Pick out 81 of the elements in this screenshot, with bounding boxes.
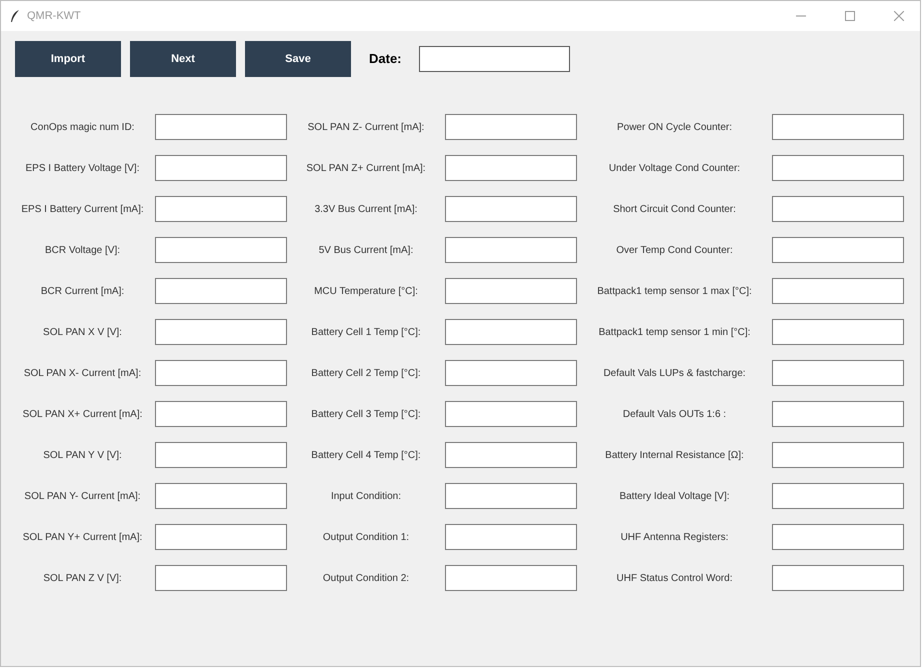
- field-label: EPS I Battery Voltage [V]:: [24, 162, 140, 176]
- field-label: SOL PAN Y V [V]:: [42, 448, 123, 462]
- field-label: Under Voltage Cond Counter:: [608, 162, 742, 176]
- field-label: Output Condition 1:: [322, 530, 410, 544]
- input-field[interactable]: [772, 155, 904, 181]
- input-field[interactable]: [155, 278, 287, 304]
- input-field[interactable]: [772, 524, 904, 550]
- input-field[interactable]: [772, 565, 904, 591]
- field-label: EPS I Battery Current [mA]:: [20, 202, 145, 216]
- input-field[interactable]: [772, 278, 904, 304]
- input-field[interactable]: [445, 196, 577, 222]
- field-label: SOL PAN Z V [V]:: [42, 572, 123, 586]
- field-label: Battery Cell 3 Temp [°C]:: [310, 408, 422, 422]
- input-field[interactable]: [155, 196, 287, 222]
- field-label: Default Vals LUPs & fastcharge:: [602, 366, 747, 380]
- input-field[interactable]: [445, 114, 577, 140]
- field-label: Battery Internal Resistance [Ω]:: [604, 448, 745, 462]
- field-label: UHF Status Control Word:: [616, 572, 734, 586]
- toolbar-button[interactable]: Save: [245, 41, 351, 77]
- toolbar-button[interactable]: Next: [130, 41, 236, 77]
- field-label: SOL PAN Z- Current [mA]:: [306, 120, 426, 134]
- input-field[interactable]: [155, 237, 287, 263]
- field-label: BCR Voltage [V]:: [44, 244, 122, 258]
- input-field[interactable]: [445, 360, 577, 386]
- input-field[interactable]: [445, 442, 577, 468]
- field-label: Battpack1 temp sensor 1 max [°C]:: [596, 284, 753, 298]
- field-label: Battery Cell 4 Temp [°C]:: [310, 448, 422, 462]
- field-label: SOL PAN Y+ Current [mA]:: [22, 530, 144, 544]
- field-label: SOL PAN X+ Current [mA]:: [22, 408, 144, 422]
- field-label: Battery Cell 1 Temp [°C]:: [310, 326, 422, 340]
- close-icon[interactable]: [894, 11, 904, 21]
- maximize-icon[interactable]: [845, 11, 855, 21]
- input-field[interactable]: [155, 401, 287, 427]
- input-field[interactable]: [445, 155, 577, 181]
- toolbar-button[interactable]: Import: [15, 41, 121, 77]
- input-field[interactable]: [772, 360, 904, 386]
- field-label: Short Circuit Cond Counter:: [612, 202, 737, 216]
- date-label: Date:: [369, 50, 402, 68]
- field-label: SOL PAN X- Current [mA]:: [22, 366, 142, 380]
- input-field[interactable]: [445, 565, 577, 591]
- window-title: QMR-KWT: [27, 8, 81, 24]
- field-label: MCU Temperature [°C]:: [313, 284, 419, 298]
- input-field[interactable]: [155, 565, 287, 591]
- input-field[interactable]: [445, 278, 577, 304]
- input-field[interactable]: [772, 237, 904, 263]
- field-label: Over Temp Cond Counter:: [615, 244, 734, 258]
- input-field[interactable]: [155, 442, 287, 468]
- field-label: Battpack1 temp sensor 1 min [°C]:: [598, 326, 752, 340]
- input-field[interactable]: [155, 360, 287, 386]
- field-label: SOL PAN Z+ Current [mA]:: [305, 162, 427, 176]
- input-field[interactable]: [155, 114, 287, 140]
- feather-icon: [9, 9, 21, 23]
- input-field[interactable]: [772, 114, 904, 140]
- field-label: BCR Current [mA]:: [40, 284, 126, 298]
- input-field[interactable]: [445, 237, 577, 263]
- input-field[interactable]: [155, 483, 287, 509]
- input-field[interactable]: [445, 524, 577, 550]
- input-field[interactable]: [772, 196, 904, 222]
- date-field[interactable]: [418, 46, 570, 72]
- input-field[interactable]: [772, 442, 904, 468]
- input-field[interactable]: [155, 524, 287, 550]
- input-field[interactable]: [155, 319, 287, 345]
- field-label: Battery Cell 2 Temp [°C]:: [310, 366, 422, 380]
- field-label: ConOps magic num ID:: [30, 120, 136, 134]
- input-field[interactable]: [155, 155, 287, 181]
- input-field[interactable]: [772, 401, 904, 427]
- input-field[interactable]: [445, 401, 577, 427]
- field-label: 3.3V Bus Current [mA]:: [314, 202, 418, 216]
- field-label: SOL PAN X V [V]:: [42, 326, 123, 340]
- field-label: Output Condition 2:: [322, 572, 410, 586]
- input-field[interactable]: [445, 319, 577, 345]
- input-field[interactable]: [772, 483, 904, 509]
- field-label: Default Vals OUTs 1:6 :: [622, 408, 728, 422]
- field-label: 5V Bus Current [mA]:: [318, 244, 414, 258]
- input-field[interactable]: [445, 483, 577, 509]
- field-label: Battery Ideal Voltage [V]:: [618, 490, 731, 504]
- field-label: Power ON Cycle Counter:: [616, 120, 734, 134]
- input-field[interactable]: [772, 319, 904, 345]
- field-label: Input Condition:: [330, 490, 402, 504]
- field-label: SOL PAN Y- Current [mA]:: [23, 490, 142, 504]
- field-label: UHF Antenna Registers:: [620, 530, 730, 544]
